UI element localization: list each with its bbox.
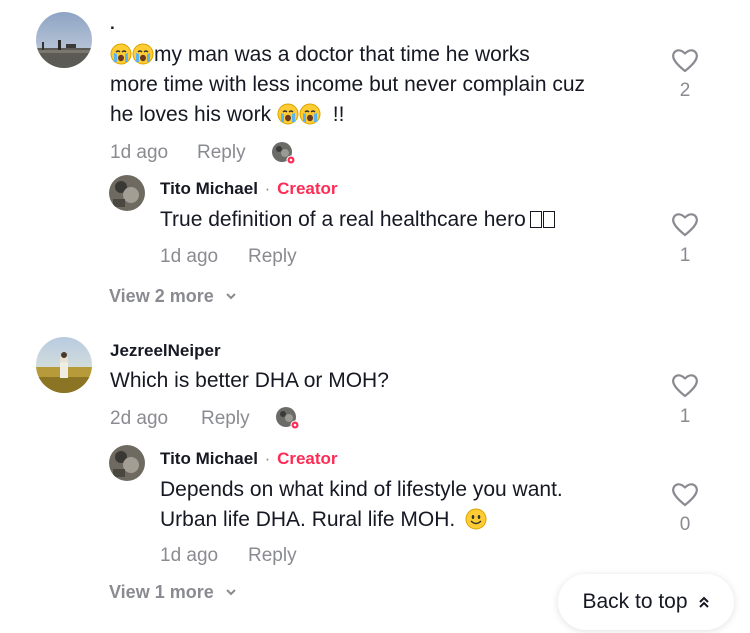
reply-button[interactable]: Reply — [248, 545, 297, 567]
reply-text: True definition of a real healthcare her… — [160, 208, 526, 231]
avatar[interactable] — [36, 12, 92, 68]
separator-dot: · — [264, 179, 271, 198]
smiley-emoji-icon — [465, 508, 487, 530]
reply-username[interactable]: Tito Michael — [160, 179, 258, 198]
view-more-label: View 1 more — [109, 582, 214, 602]
reply-text-line-2: Urban life DHA. Rural life MOH. — [160, 508, 456, 531]
comment-timestamp: 1d ago — [110, 142, 169, 163]
reply-button[interactable]: Reply — [201, 408, 250, 430]
comment-username[interactable]: . — [110, 14, 115, 34]
like-heart-icon[interactable] — [670, 480, 700, 508]
comment-text-line-3: he loves his work — [110, 103, 272, 126]
avatar-image — [36, 12, 92, 68]
missing-glyph-icon — [529, 211, 542, 228]
reply-avatar-image — [109, 175, 145, 211]
reply-username-line: Tito Michael · Creator — [160, 449, 338, 469]
crying-emoji-icon — [299, 103, 321, 125]
comment-text: Which is better DHA or MOH? — [110, 369, 389, 392]
avatar-image — [36, 337, 92, 393]
reply-timestamp: 1d ago — [160, 545, 219, 566]
reply-text-line-2-wrap: Urban life DHA. Rural life MOH. — [160, 505, 487, 535]
reply-avatar[interactable] — [109, 175, 145, 211]
comment-timestamp: 2d ago — [110, 408, 169, 429]
reply-avatar-image — [109, 445, 145, 481]
reply-button[interactable]: Reply — [197, 142, 246, 164]
chevron-down-icon — [226, 293, 236, 300]
crying-emoji-icon — [277, 103, 299, 125]
creator-badge: Creator — [277, 179, 338, 198]
reply-text-line-1: Depends on what kind of lifestyle you wa… — [160, 478, 563, 501]
crying-emoji-icon — [132, 43, 154, 65]
view-more-replies-button[interactable]: View 2 more — [109, 286, 237, 307]
missing-glyph-icon — [542, 211, 555, 228]
crying-emoji-icon — [110, 43, 132, 65]
reply-avatar[interactable] — [109, 445, 145, 481]
like-count: 1 — [679, 245, 691, 266]
creator-liked-avatar — [271, 141, 296, 170]
like-heart-icon[interactable] — [670, 371, 700, 399]
like-count: 0 — [679, 514, 691, 535]
back-to-top-label: Back to top — [582, 590, 688, 613]
like-count: 1 — [679, 406, 691, 427]
comment-text-line-1: my man was a doctor that time he works — [154, 43, 530, 66]
chevron-down-icon — [226, 589, 236, 596]
like-heart-icon[interactable] — [670, 210, 700, 238]
reply-button[interactable]: Reply — [248, 246, 297, 268]
view-more-label: View 2 more — [109, 286, 214, 306]
comment-text-tail: !! — [332, 103, 345, 126]
reply-timestamp: 1d ago — [160, 246, 219, 267]
reply-username-line: Tito Michael · Creator — [160, 179, 338, 199]
creator-liked-avatar — [275, 406, 300, 435]
double-chevron-up-icon — [698, 596, 709, 608]
comment-username[interactable]: JezreelNeiper — [110, 341, 221, 361]
comment-text: my man was a doctor that time he works — [110, 40, 530, 70]
comment-text-line-2: more time with less income but never com… — [110, 73, 586, 96]
reply-text-wrap: True definition of a real healthcare her… — [160, 205, 555, 235]
separator-dot: · — [264, 449, 271, 468]
reply-username[interactable]: Tito Michael — [160, 449, 258, 468]
creator-badge: Creator — [277, 449, 338, 468]
like-heart-icon[interactable] — [670, 46, 700, 74]
view-more-replies-button[interactable]: View 1 more — [109, 582, 237, 603]
avatar[interactable] — [36, 337, 92, 393]
back-to-top-button[interactable]: Back to top — [558, 574, 734, 630]
comment-text-line-3-wrap: he loves his work !! — [110, 100, 344, 130]
like-count: 2 — [679, 80, 691, 101]
